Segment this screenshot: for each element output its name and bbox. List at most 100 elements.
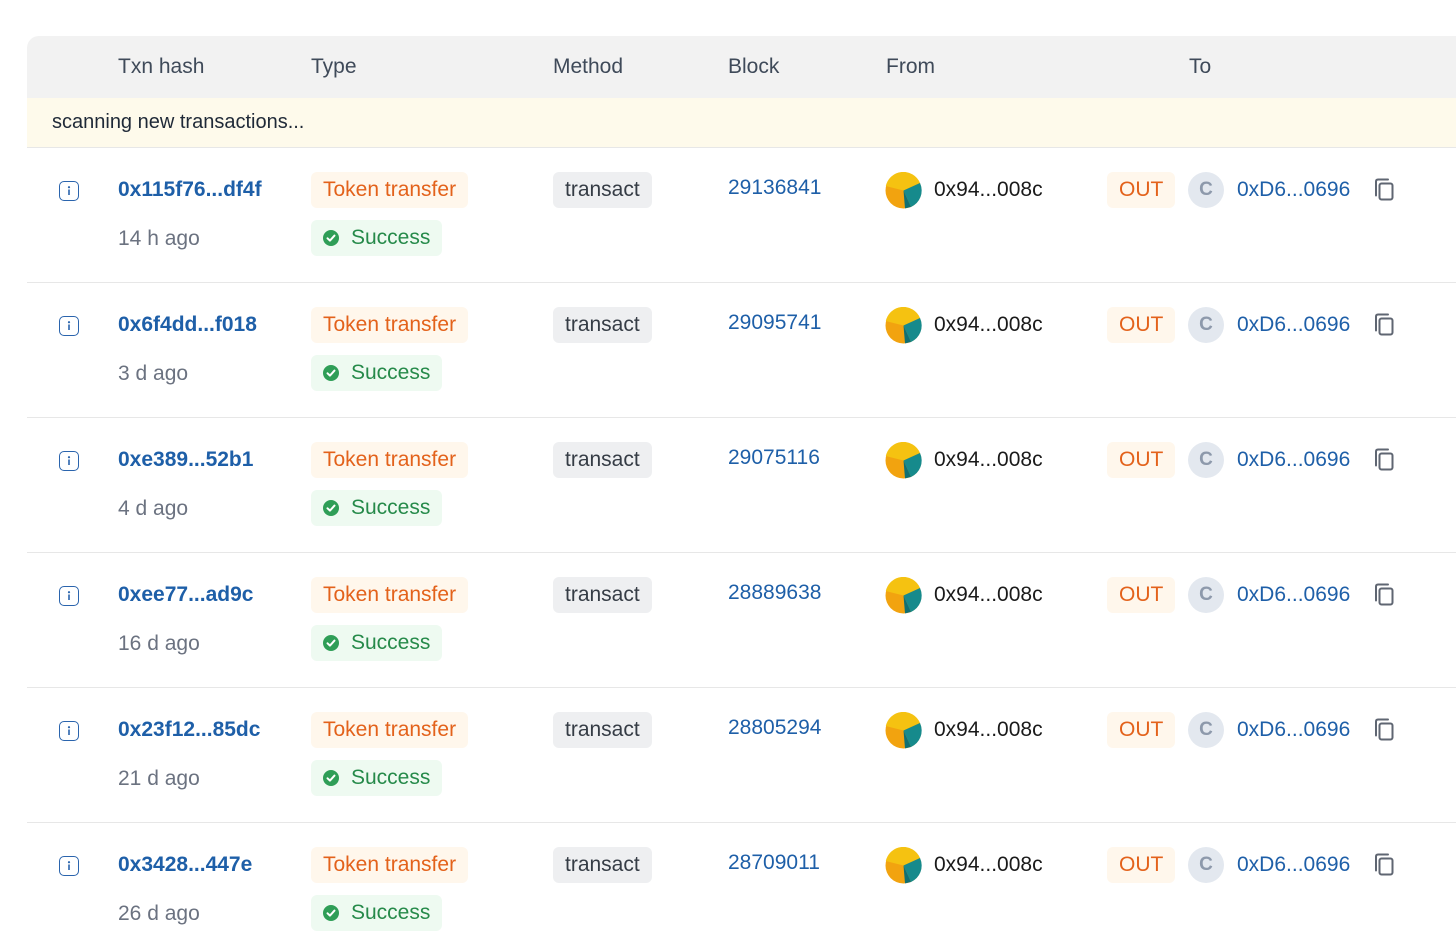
status-badge: Success: [311, 625, 443, 661]
check-circle-icon: [323, 905, 339, 921]
direction-badge: OUT: [1107, 712, 1176, 748]
info-icon[interactable]: [59, 451, 79, 471]
method-badge: transact: [553, 442, 652, 478]
status-label: Success: [351, 226, 431, 249]
status-badge: Success: [311, 220, 443, 256]
header-txn-hash: Txn hash: [118, 55, 205, 78]
txn-age: 14 h ago: [118, 227, 200, 250]
type-badge: Token transfer: [311, 712, 469, 748]
to-avatar-icon: C: [1188, 577, 1224, 613]
to-avatar-icon: C: [1188, 172, 1224, 208]
copy-icon[interactable]: [1372, 177, 1396, 203]
table-row: 0x6f4dd...f018 3 d ago Token transfer Su…: [27, 283, 1456, 418]
from-address[interactable]: 0x94...008c: [934, 718, 1043, 742]
status-badge: Success: [311, 490, 443, 526]
status-label: Success: [351, 361, 431, 384]
table-row: 0xee77...ad9c 16 d ago Token transfer Su…: [27, 553, 1456, 688]
from-avatar-icon: [885, 712, 922, 749]
header-method: Method: [553, 55, 624, 78]
direction-badge: OUT: [1107, 577, 1176, 613]
direction-badge: OUT: [1107, 847, 1176, 883]
table-header: Txn hash Type Method Block From To: [27, 36, 1456, 98]
to-avatar-icon: C: [1188, 712, 1224, 748]
direction-badge: OUT: [1107, 442, 1176, 478]
from-address[interactable]: 0x94...008c: [934, 448, 1043, 472]
table-row: 0x3428...447e 26 d ago Token transfer Su…: [27, 823, 1456, 947]
from-avatar-icon: [885, 847, 922, 884]
from-address[interactable]: 0x94...008c: [934, 853, 1043, 877]
status-badge: Success: [311, 355, 443, 391]
status-label: Success: [351, 901, 431, 924]
to-address-link[interactable]: 0xD6...0696: [1237, 178, 1350, 202]
from-avatar-icon: [885, 577, 922, 614]
table-row: 0x23f12...85dc 21 d ago Token transfer S…: [27, 688, 1456, 823]
status-label: Success: [351, 766, 431, 789]
info-icon[interactable]: [59, 721, 79, 741]
from-address[interactable]: 0x94...008c: [934, 583, 1043, 607]
check-circle-icon: [323, 500, 339, 516]
copy-icon[interactable]: [1372, 717, 1396, 743]
txn-age: 3 d ago: [118, 362, 189, 385]
method-badge: transact: [553, 712, 652, 748]
header-block: Block: [728, 55, 780, 78]
to-address-link[interactable]: 0xD6...0696: [1237, 448, 1350, 472]
status-badge: Success: [311, 760, 443, 796]
to-address-link[interactable]: 0xD6...0696: [1237, 853, 1350, 877]
block-link[interactable]: 28889638: [728, 581, 821, 605]
txn-hash-link[interactable]: 0xee77...ad9c: [118, 583, 253, 607]
to-address-link[interactable]: 0xD6...0696: [1237, 583, 1350, 607]
header-to: To: [1189, 55, 1212, 78]
direction-badge: OUT: [1107, 172, 1176, 208]
txn-hash-link[interactable]: 0xe389...52b1: [118, 448, 253, 472]
copy-icon[interactable]: [1372, 582, 1396, 608]
check-circle-icon: [323, 365, 339, 381]
to-avatar-icon: C: [1188, 847, 1224, 883]
type-badge: Token transfer: [311, 847, 469, 883]
header-type: Type: [311, 55, 357, 78]
block-link[interactable]: 29075116: [728, 446, 820, 470]
method-badge: transact: [553, 577, 652, 613]
block-link[interactable]: 29136841: [728, 176, 821, 200]
info-icon[interactable]: [59, 181, 79, 201]
status-label: Success: [351, 496, 431, 519]
txn-age: 16 d ago: [118, 632, 200, 655]
block-link[interactable]: 28709011: [728, 851, 820, 875]
to-avatar-icon: C: [1188, 442, 1224, 478]
method-badge: transact: [553, 847, 652, 883]
type-badge: Token transfer: [311, 307, 469, 343]
txn-hash-link[interactable]: 0x6f4dd...f018: [118, 313, 257, 337]
copy-icon[interactable]: [1372, 312, 1396, 338]
status-badge: Success: [311, 895, 443, 931]
txn-age: 26 d ago: [118, 902, 200, 925]
from-avatar-icon: [885, 307, 922, 344]
to-address-link[interactable]: 0xD6...0696: [1237, 718, 1350, 742]
block-link[interactable]: 28805294: [728, 716, 821, 740]
txn-hash-link[interactable]: 0x23f12...85dc: [118, 718, 260, 742]
header-from: From: [886, 55, 935, 78]
txn-hash-link[interactable]: 0x115f76...df4f: [118, 178, 262, 202]
check-circle-icon: [323, 635, 339, 651]
txn-age: 4 d ago: [118, 497, 189, 520]
info-icon[interactable]: [59, 586, 79, 606]
type-badge: Token transfer: [311, 442, 469, 478]
from-address[interactable]: 0x94...008c: [934, 313, 1043, 337]
table-row: 0xe389...52b1 4 d ago Token transfer Suc…: [27, 418, 1456, 553]
from-avatar-icon: [885, 442, 922, 479]
from-address[interactable]: 0x94...008c: [934, 178, 1043, 202]
copy-icon[interactable]: [1372, 852, 1396, 878]
check-circle-icon: [323, 770, 339, 786]
type-badge: Token transfer: [311, 172, 469, 208]
direction-badge: OUT: [1107, 307, 1176, 343]
info-icon[interactable]: [59, 856, 79, 876]
block-link[interactable]: 29095741: [728, 311, 821, 335]
info-icon[interactable]: [59, 316, 79, 336]
to-address-link[interactable]: 0xD6...0696: [1237, 313, 1350, 337]
to-avatar-icon: C: [1188, 307, 1224, 343]
type-badge: Token transfer: [311, 577, 469, 613]
method-badge: transact: [553, 172, 652, 208]
copy-icon[interactable]: [1372, 447, 1396, 473]
table-body: 0x115f76...df4f 14 h ago Token transfer …: [27, 148, 1456, 947]
status-label: Success: [351, 631, 431, 654]
transactions-table: Txn hash Type Method Block From To scann…: [27, 36, 1456, 947]
txn-hash-link[interactable]: 0x3428...447e: [118, 853, 252, 877]
